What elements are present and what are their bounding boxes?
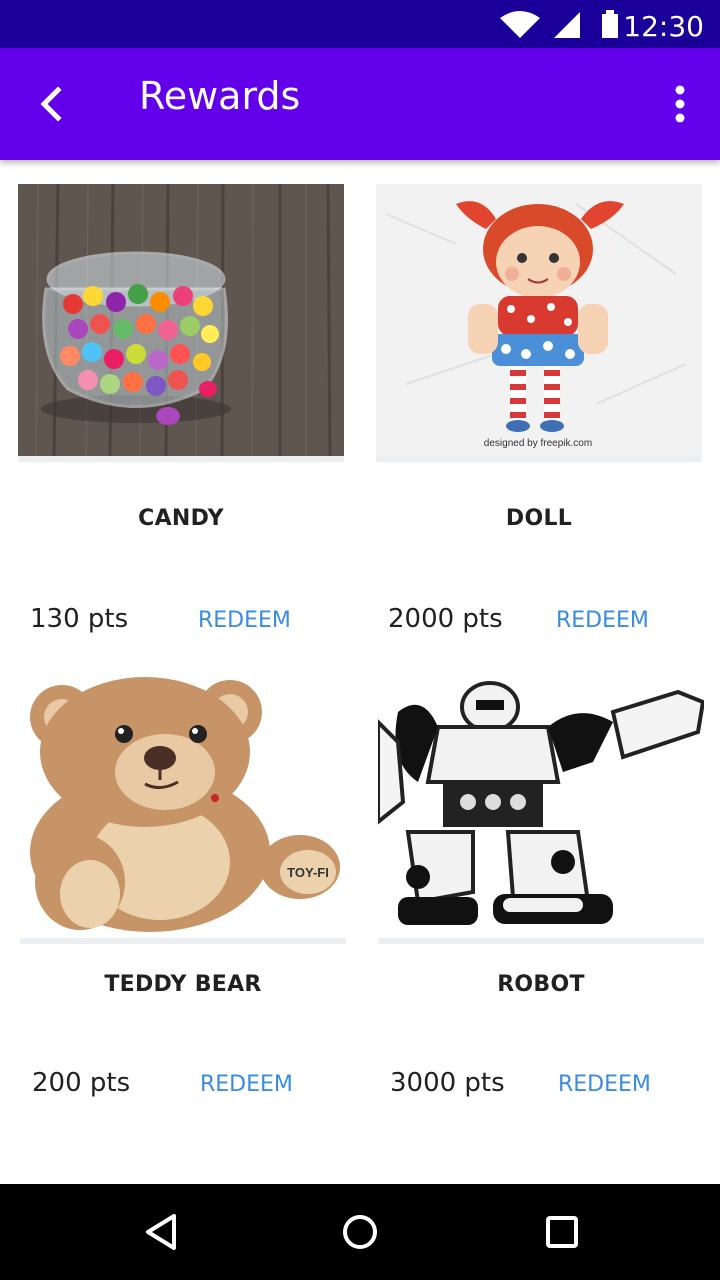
teddy-bear-image: TOY-FI: [20, 672, 346, 938]
redeem-button[interactable]: REDEEM: [200, 1072, 293, 1097]
app-bar: Rewards: [0, 48, 720, 160]
card-divider: [378, 938, 704, 944]
card-divider: [18, 456, 344, 462]
redeem-button[interactable]: REDEEM: [198, 608, 291, 633]
card-divider: [376, 456, 702, 462]
status-icons: [500, 10, 618, 38]
more-vert-icon[interactable]: [666, 84, 694, 124]
teddy-tag-text: TOY-FI: [287, 865, 329, 880]
reward-name: ROBOT: [497, 972, 585, 997]
nav-back-icon[interactable]: [142, 1212, 182, 1252]
redeem-button[interactable]: REDEEM: [558, 1072, 651, 1097]
nav-recents-icon[interactable]: [542, 1212, 582, 1252]
card-divider: [20, 938, 346, 944]
reward-points: 2000 pts: [388, 604, 503, 634]
back-arrow-icon[interactable]: [30, 82, 74, 126]
reward-name: TEDDY BEAR: [104, 972, 262, 997]
battery-icon: [602, 10, 618, 38]
page-title: Rewards: [139, 74, 301, 118]
reward-points: 3000 pts: [390, 1068, 505, 1098]
nav-home-icon[interactable]: [340, 1212, 380, 1252]
reward-name: DOLL: [505, 506, 573, 531]
signal-icon: [554, 12, 580, 38]
doll-image: designed by freepik.com: [376, 184, 702, 456]
status-time: 12:30: [623, 10, 704, 43]
reward-card-doll: designed by freepik.com DOLL 2000 pts RE…: [376, 184, 702, 644]
status-bar: 12:30: [0, 0, 720, 48]
robot-image: [378, 672, 704, 938]
reward-name: CANDY: [138, 506, 224, 531]
candy-image: [18, 184, 344, 456]
reward-card-candy: CANDY 130 pts REDEEM: [18, 184, 344, 644]
reward-points: 200 pts: [32, 1068, 131, 1098]
redeem-button[interactable]: REDEEM: [556, 608, 649, 633]
rewards-grid: CANDY 130 pts REDEEM designed by freepik…: [0, 160, 720, 1184]
reward-card-teddy-bear: TOY-FI TEDDY BEAR 200 pts REDEEM: [20, 672, 346, 1132]
reward-points: 130 pts: [30, 604, 129, 634]
wifi-icon: [500, 11, 540, 38]
reward-card-robot: ROBOT 3000 pts REDEEM: [378, 672, 704, 1132]
system-nav-bar: [0, 1184, 720, 1280]
image-credit: designed by freepik.com: [484, 438, 592, 449]
